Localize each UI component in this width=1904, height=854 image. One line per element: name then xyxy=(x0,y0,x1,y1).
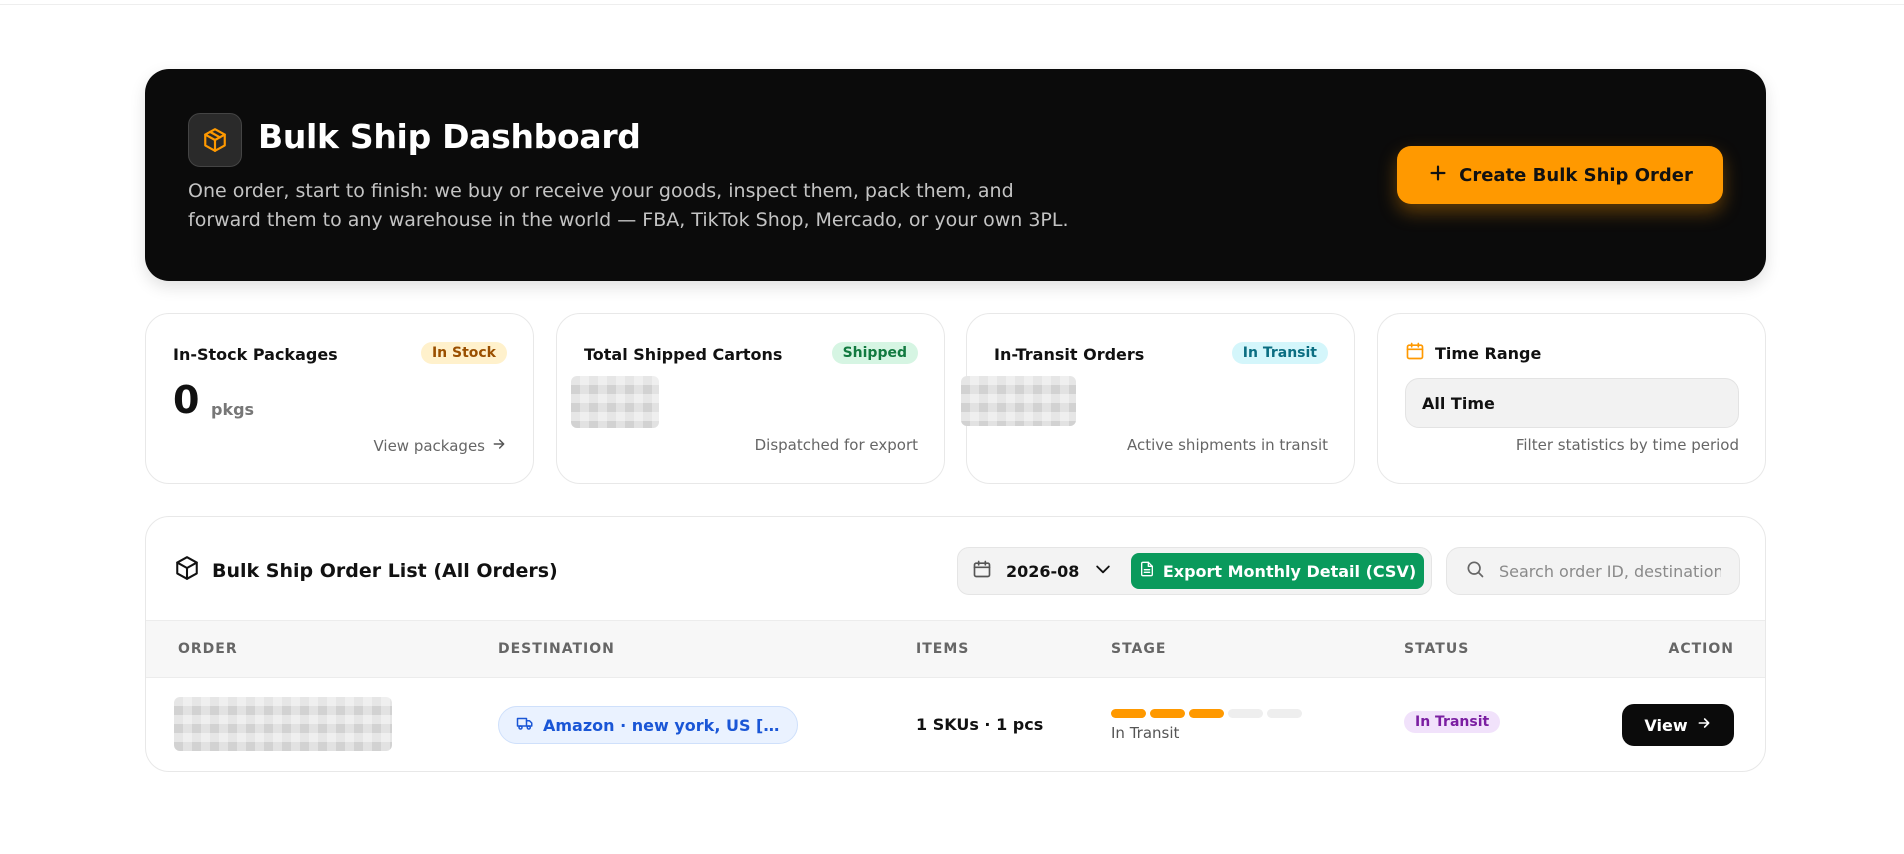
col-status: STATUS xyxy=(1404,641,1470,657)
export-label: Export Monthly Detail (CSV) xyxy=(1162,561,1417,581)
time-range-header: Time Range xyxy=(1405,341,1541,365)
col-items: ITEMS xyxy=(916,641,970,657)
time-range-card: Time Range All Time Filter statistics by… xyxy=(1377,313,1766,484)
stage-segment xyxy=(1267,709,1302,718)
bulk-ship-order-list: Bulk Ship Order List (All Orders) 2026-0… xyxy=(145,516,1766,772)
table-header: ORDER DESTINATION ITEMS STAGE STATUS ACT… xyxy=(146,620,1765,678)
stage-label: In Transit xyxy=(1111,724,1180,742)
order-search-box xyxy=(1446,547,1740,595)
create-bulk-ship-order-button[interactable]: Create Bulk Ship Order xyxy=(1397,146,1723,204)
box-icon xyxy=(174,555,200,586)
redacted-order-id xyxy=(174,697,392,751)
in-stock-badge: In Stock xyxy=(420,342,507,364)
col-destination: DESTINATION xyxy=(498,641,615,657)
month-picker[interactable]: 2026-08 xyxy=(972,548,1113,594)
export-monthly-csv-button[interactable]: Export Monthly Detail (CSV) xyxy=(1131,553,1424,589)
arrow-right-icon xyxy=(1696,715,1712,735)
page-title: Bulk Ship Dashboard xyxy=(258,117,641,156)
arrow-right-icon xyxy=(491,436,507,456)
in-transit-footer: Active shipments in transit xyxy=(1126,436,1328,454)
stage-progress xyxy=(1111,709,1302,718)
package-box-icon xyxy=(188,113,242,167)
in-stock-title: In-Stock Packages xyxy=(173,345,338,364)
file-document-icon xyxy=(1139,560,1155,582)
calendar-icon xyxy=(1405,341,1425,365)
top-divider xyxy=(0,4,1904,5)
hero-description: One order, start to finish: we buy or re… xyxy=(188,180,1069,231)
time-range-footer: Filter statistics by time period xyxy=(1515,436,1739,454)
destination-text: Amazon · new york, US [DD... xyxy=(543,715,781,735)
chevron-down-icon xyxy=(1093,559,1113,583)
in-stock-unit: pkgs xyxy=(211,400,255,419)
items-count: 1 SKUs · 1 pcs xyxy=(916,715,1044,734)
in-transit-badge: In Transit xyxy=(1231,342,1328,364)
view-packages-label: View packages xyxy=(373,437,485,455)
in-stock-packages-card: In-Stock Packages In Stock 0 pkgs View p… xyxy=(145,313,534,484)
total-shipped-cartons-card: Total Shipped Cartons Shipped Dispatched… xyxy=(556,313,945,484)
shipped-title: Total Shipped Cartons xyxy=(584,345,783,364)
col-order: ORDER xyxy=(178,641,238,657)
col-action: ACTION xyxy=(1668,641,1734,657)
plus-icon xyxy=(1427,162,1449,189)
view-packages-link[interactable]: View packages xyxy=(373,436,507,456)
stage-segment xyxy=(1150,709,1185,718)
time-range-title: Time Range xyxy=(1435,343,1542,363)
view-button-label: View xyxy=(1644,715,1688,735)
stage-segment xyxy=(1228,709,1263,718)
search-icon xyxy=(1465,559,1485,583)
redacted-transit-value xyxy=(961,376,1076,426)
in-transit-orders-card: In-Transit Orders In Transit Active ship… xyxy=(961,313,1355,484)
redacted-shipped-value xyxy=(571,376,659,428)
shipped-badge: Shipped xyxy=(831,342,918,364)
order-list-header: Bulk Ship Order List (All Orders) xyxy=(174,555,558,586)
in-stock-value: 0 xyxy=(173,378,200,422)
view-order-button[interactable]: View xyxy=(1622,704,1734,746)
stage-segment xyxy=(1111,709,1146,718)
month-export-group: 2026-08 Export Monthly Detail (CSV) xyxy=(957,547,1432,595)
status-badge: In Transit xyxy=(1404,711,1501,733)
stage-segment xyxy=(1189,709,1224,718)
shipped-footer: Dispatched for export xyxy=(754,436,918,454)
hero-banner: Bulk Ship Dashboard One order, start to … xyxy=(145,69,1766,281)
month-value: 2026-08 xyxy=(1006,561,1080,581)
search-input[interactable] xyxy=(1497,560,1723,582)
order-list-title: Bulk Ship Order List (All Orders) xyxy=(212,559,558,582)
table-row: Amazon · new york, US [DD... 1 SKUs · 1 … xyxy=(146,678,1765,771)
create-button-label: Create Bulk Ship Order xyxy=(1459,164,1693,186)
calendar-icon xyxy=(972,559,992,583)
in-transit-title: In-Transit Orders xyxy=(994,345,1145,364)
truck-icon xyxy=(515,714,535,736)
time-range-select[interactable]: All Time xyxy=(1405,378,1739,428)
destination-link[interactable]: Amazon · new york, US [DD... xyxy=(498,706,798,744)
col-stage: STAGE xyxy=(1111,641,1167,657)
